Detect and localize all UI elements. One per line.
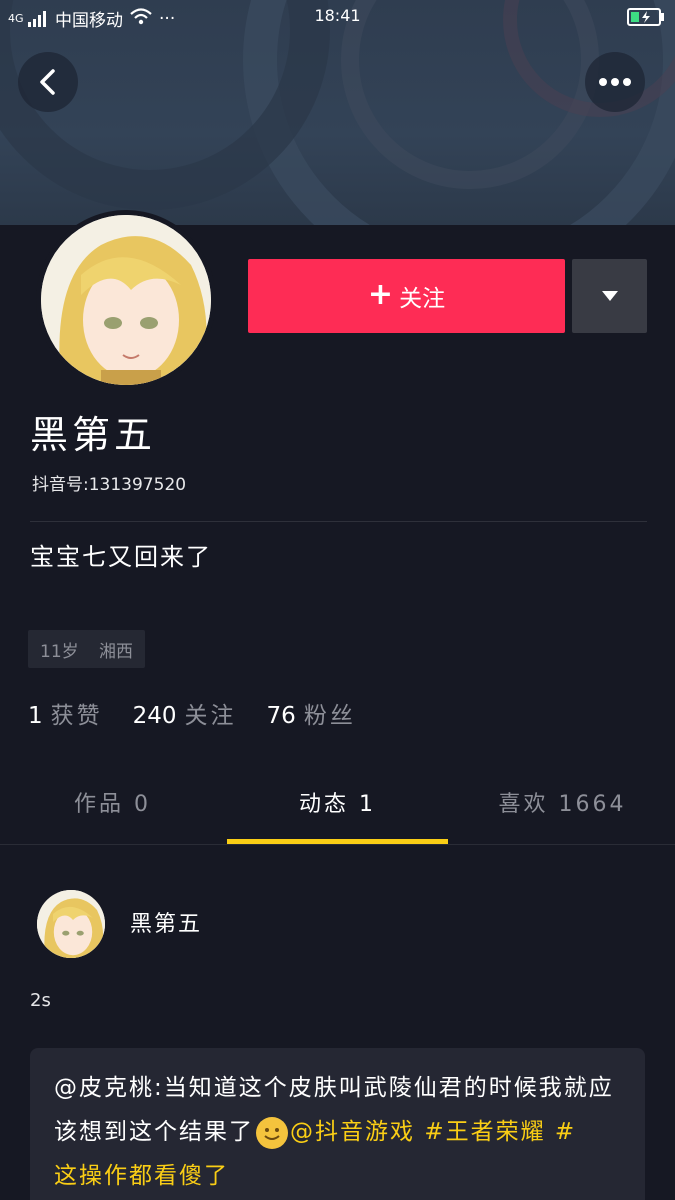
hashtag-link-2[interactable]: # <box>555 1119 576 1145</box>
profile-stats: 1 获赞 240 关注 76 粉丝 <box>28 696 356 730</box>
more-dots-icon <box>599 78 631 86</box>
douyin-id: 抖音号:131397520 <box>32 475 187 495</box>
tab-likes[interactable]: 喜欢 1664 <box>450 760 675 844</box>
chevron-left-icon <box>40 69 55 95</box>
hashtag-link[interactable]: #王者荣耀 <box>424 1119 545 1145</box>
avatar-image <box>37 890 105 958</box>
stat-followers-count: 76 <box>266 703 296 729</box>
divider <box>30 521 647 522</box>
post-author-avatar[interactable] <box>37 890 105 958</box>
stat-following-label: 关注 <box>184 703 237 729</box>
recommend-dropdown-button[interactable] <box>572 259 647 333</box>
follow-label: 关注 <box>399 286 446 312</box>
age-tag: 11岁 <box>28 630 91 668</box>
stat-followers[interactable]: 76 粉丝 <box>267 696 356 730</box>
stat-likes-label: 获赞 <box>50 703 103 729</box>
caret-down-icon <box>601 291 618 301</box>
mention-link[interactable]: @抖音游戏 <box>290 1119 415 1145</box>
post-content-card[interactable]: @皮克桃:当知道这个皮肤叫武陵仙君的时候我就应该想到这个结果了 @抖音游戏 #王者… <box>30 1048 645 1200</box>
stat-followers-label: 粉丝 <box>303 703 356 729</box>
status-bar: 4G 中国移动 ··· 18:41 <box>0 0 675 34</box>
battery-icon <box>627 8 665 31</box>
stat-likes-count: 1 <box>28 703 43 729</box>
profile-tabs: 作品 0 动态 1 喜欢 1664 <box>0 760 675 845</box>
avatar-image <box>41 215 211 385</box>
post-text-highlight: 这操作都看傻了 <box>54 1163 229 1189</box>
plus-icon: + <box>367 277 394 312</box>
stat-following[interactable]: 240 关注 <box>133 696 237 730</box>
more-button[interactable] <box>585 52 645 112</box>
tab-works[interactable]: 作品 0 <box>0 760 225 844</box>
post-author-name[interactable]: 黑第五 <box>130 906 202 938</box>
profile-bio: 宝宝七又回来了 <box>30 543 212 571</box>
stat-following-count: 240 <box>132 703 177 729</box>
back-button[interactable] <box>18 52 78 112</box>
smile-emoji-icon <box>256 1116 288 1149</box>
profile-banner: 4G 中国移动 ··· 18:41 <box>0 0 675 225</box>
post-time: 2s <box>30 990 51 1011</box>
location-tag: 湘西 <box>87 630 145 668</box>
follow-button[interactable]: + 关注 <box>248 259 565 333</box>
tab-activity[interactable]: 动态 1 <box>225 760 450 844</box>
status-time: 18:41 <box>314 6 361 25</box>
stat-likes: 1 获赞 <box>28 696 103 730</box>
profile-avatar[interactable] <box>36 210 216 390</box>
profile-name: 黑第五 <box>30 413 157 457</box>
